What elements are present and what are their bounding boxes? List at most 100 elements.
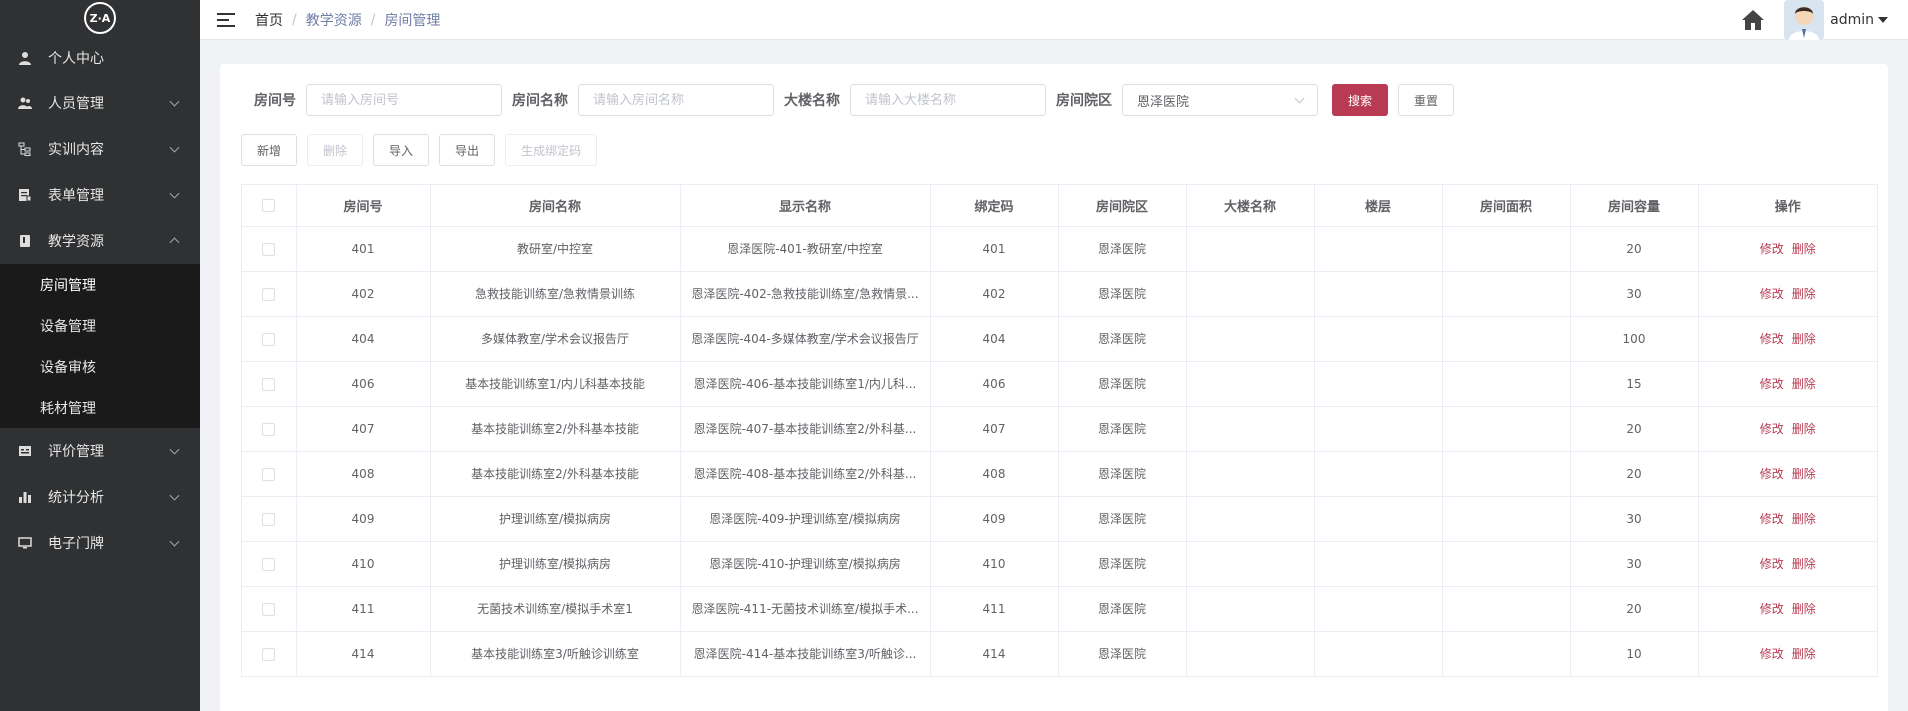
cell-campus: 恩泽医院 bbox=[1058, 226, 1187, 272]
row-checkbox[interactable] bbox=[242, 226, 297, 272]
import-button[interactable]: 导入 bbox=[373, 134, 430, 166]
sidebar-item-consumables[interactable]: 耗材管理 bbox=[0, 387, 200, 428]
cell-capacity: 30 bbox=[1570, 541, 1699, 587]
toolbar: 新增 删除 导入 导出 生成绑定码 bbox=[241, 134, 607, 166]
form-icon bbox=[18, 188, 32, 202]
column-header: 房间号 bbox=[296, 185, 431, 227]
row-checkbox[interactable] bbox=[242, 541, 297, 587]
edit-link[interactable]: 修改 bbox=[1760, 422, 1784, 436]
edit-link[interactable]: 修改 bbox=[1760, 512, 1784, 526]
sidebar-item-room-management[interactable]: 房间管理 bbox=[0, 264, 200, 305]
delete-link[interactable]: 删除 bbox=[1792, 377, 1816, 391]
cell-area bbox=[1442, 406, 1571, 452]
row-checkbox[interactable] bbox=[242, 406, 297, 452]
cell-actions: 修改 删除 bbox=[1698, 406, 1877, 452]
cell-display-name: 恩泽医院-408-基本技能训练室2/外科基... bbox=[680, 451, 931, 497]
sidebar-item-e-doorplate[interactable]: 电子门牌 bbox=[0, 520, 200, 566]
column-header: 大楼名称 bbox=[1186, 185, 1315, 227]
delete-button[interactable]: 删除 bbox=[307, 134, 364, 166]
cell-actions: 修改 删除 bbox=[1698, 451, 1877, 497]
edit-link[interactable]: 修改 bbox=[1760, 377, 1784, 391]
cell-bind-code: 401 bbox=[930, 226, 1059, 272]
edit-link[interactable]: 修改 bbox=[1760, 557, 1784, 571]
bar-chart-icon bbox=[18, 490, 32, 504]
cell-floor bbox=[1314, 586, 1443, 632]
menu-toggle-icon[interactable] bbox=[217, 12, 235, 27]
cell-display-name: 恩泽医院-407-基本技能训练室2/外科基... bbox=[680, 406, 931, 452]
delete-link[interactable]: 删除 bbox=[1792, 557, 1816, 571]
row-checkbox[interactable] bbox=[242, 586, 297, 632]
delete-link[interactable]: 删除 bbox=[1792, 602, 1816, 616]
breadcrumb-section[interactable]: 教学资源 bbox=[306, 10, 362, 30]
row-checkbox[interactable] bbox=[242, 631, 297, 676]
sidebar-item-teaching-resources[interactable]: 教学资源 bbox=[0, 218, 200, 264]
table-row: 411 无菌技术训练室/模拟手术室1 恩泽医院-411-无菌技术训练室/模拟手术..… bbox=[242, 586, 1877, 632]
select-all-checkbox[interactable] bbox=[242, 185, 297, 227]
sidebar-item-personal-center[interactable]: 个人中心 bbox=[0, 36, 200, 80]
cell-capacity: 20 bbox=[1570, 586, 1699, 632]
chevron-down-icon bbox=[169, 490, 180, 501]
cell-area bbox=[1442, 226, 1571, 272]
home-icon[interactable] bbox=[1740, 8, 1766, 32]
chevron-down-icon bbox=[169, 444, 180, 455]
cell-area bbox=[1442, 541, 1571, 587]
delete-link[interactable]: 删除 bbox=[1792, 647, 1816, 661]
building-name-input[interactable] bbox=[850, 84, 1046, 116]
chevron-down-icon bbox=[169, 96, 180, 107]
edit-link[interactable]: 修改 bbox=[1760, 602, 1784, 616]
reset-button[interactable]: 重置 bbox=[1398, 84, 1455, 116]
edit-link[interactable]: 修改 bbox=[1760, 332, 1784, 346]
add-button[interactable]: 新增 bbox=[241, 134, 298, 166]
book-icon bbox=[18, 234, 32, 248]
generate-code-button[interactable]: 生成绑定码 bbox=[505, 134, 598, 166]
sidebar-item-equipment-review[interactable]: 设备审核 bbox=[0, 346, 200, 387]
room-no-input[interactable] bbox=[306, 84, 502, 116]
chevron-down-icon bbox=[169, 536, 180, 547]
delete-link[interactable]: 删除 bbox=[1792, 287, 1816, 301]
user-name[interactable]: admin bbox=[1830, 12, 1874, 28]
sidebar-item-label: 教学资源 bbox=[48, 234, 104, 250]
delete-link[interactable]: 删除 bbox=[1792, 242, 1816, 256]
delete-link[interactable]: 删除 bbox=[1792, 422, 1816, 436]
sidebar-item-statistics[interactable]: 统计分析 bbox=[0, 474, 200, 520]
delete-link[interactable]: 删除 bbox=[1792, 332, 1816, 346]
breadcrumb-home[interactable]: 首页 bbox=[255, 10, 283, 30]
avatar[interactable] bbox=[1784, 0, 1825, 40]
row-checkbox[interactable] bbox=[242, 496, 297, 542]
column-header: 房间容量 bbox=[1570, 185, 1699, 227]
row-checkbox[interactable] bbox=[242, 316, 297, 362]
table-row: 406 基本技能训练室1/内儿科基本技能 恩泽医院-406-基本技能训练室1/内儿科… bbox=[242, 361, 1877, 407]
room-table: 房间号 房间名称 显示名称 绑定码 房间院区 大楼名称 楼层 房间面积 房间容量… bbox=[241, 184, 1878, 677]
sidebar-item-training[interactable]: 实训内容 bbox=[0, 126, 200, 172]
row-checkbox[interactable] bbox=[242, 361, 297, 407]
caret-down-icon[interactable] bbox=[1878, 17, 1888, 23]
cell-bind-code: 404 bbox=[930, 316, 1059, 362]
cell-room-name: 基本技能训练室3/听触诊训练室 bbox=[430, 631, 681, 676]
delete-link[interactable]: 删除 bbox=[1792, 467, 1816, 481]
room-name-input[interactable] bbox=[578, 84, 774, 116]
row-checkbox[interactable] bbox=[242, 451, 297, 497]
sidebar-item-equipment-management[interactable]: 设备管理 bbox=[0, 305, 200, 346]
edit-link[interactable]: 修改 bbox=[1760, 287, 1784, 301]
sidebar-item-evaluation[interactable]: 评价管理 bbox=[0, 428, 200, 474]
sidebar-item-forms[interactable]: 表单管理 bbox=[0, 172, 200, 218]
cell-building bbox=[1186, 496, 1315, 542]
row-checkbox[interactable] bbox=[242, 271, 297, 317]
edit-link[interactable]: 修改 bbox=[1760, 467, 1784, 481]
table-row: 408 基本技能训练室2/外科基本技能 恩泽医院-408-基本技能训练室2/外科基.… bbox=[242, 451, 1877, 497]
campus-select[interactable]: 恩泽医院 bbox=[1122, 84, 1318, 116]
cell-campus: 恩泽医院 bbox=[1058, 316, 1187, 362]
export-button[interactable]: 导出 bbox=[439, 134, 496, 166]
cell-building bbox=[1186, 631, 1315, 676]
cell-capacity: 20 bbox=[1570, 406, 1699, 452]
cell-building bbox=[1186, 586, 1315, 632]
sidebar-item-personnel[interactable]: 人员管理 bbox=[0, 80, 200, 126]
cell-room-no: 414 bbox=[296, 631, 431, 676]
breadcrumb-current: 房间管理 bbox=[384, 12, 441, 29]
main-card: 房间号 房间名称 大楼名称 房间院区 恩泽医院 搜索 重置 新增 删除 导入 导… bbox=[220, 64, 1888, 711]
edit-link[interactable]: 修改 bbox=[1760, 242, 1784, 256]
search-button[interactable]: 搜索 bbox=[1332, 84, 1389, 116]
cell-actions: 修改 删除 bbox=[1698, 271, 1877, 317]
delete-link[interactable]: 删除 bbox=[1792, 512, 1816, 526]
edit-link[interactable]: 修改 bbox=[1760, 647, 1784, 661]
